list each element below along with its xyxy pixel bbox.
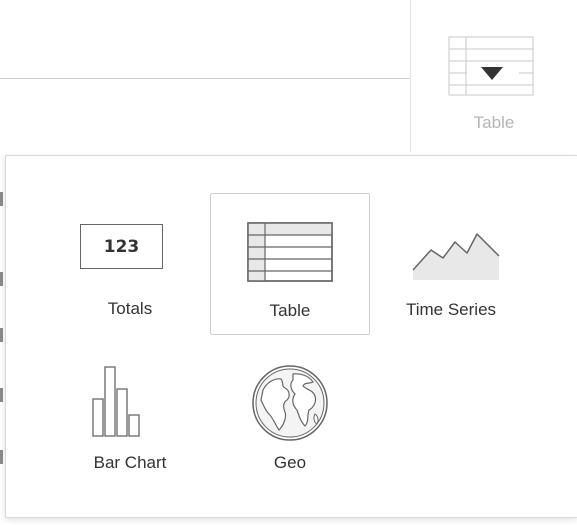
option-totals-label: Totals — [107, 299, 153, 318]
option-table[interactable]: Table — [210, 193, 370, 335]
option-time-series-label: Time Series — [405, 300, 497, 319]
visualization-type-button[interactable]: Table — [410, 0, 577, 152]
header-divider — [0, 78, 410, 79]
visualization-button-label: Table — [473, 113, 515, 132]
option-time-series[interactable]: Time Series — [371, 193, 531, 335]
bar-chart-icon — [92, 366, 140, 437]
option-bar-chart[interactable]: Bar Chart — [50, 349, 210, 491]
option-table-label: Table — [269, 301, 311, 320]
option-totals[interactable]: 123 Totals — [50, 193, 210, 335]
totals-icon: 123 — [80, 224, 163, 269]
option-geo-label: Geo — [273, 453, 307, 472]
table-dropdown-icon — [448, 36, 534, 96]
option-bar-chart-label: Bar Chart — [93, 453, 167, 472]
time-series-icon — [412, 233, 500, 280]
visualization-type-popup: 123 Totals Table Time Series Bar Chart G… — [5, 155, 577, 518]
table-icon — [247, 222, 333, 282]
globe-icon — [252, 365, 328, 441]
option-geo[interactable]: Geo — [210, 349, 370, 491]
